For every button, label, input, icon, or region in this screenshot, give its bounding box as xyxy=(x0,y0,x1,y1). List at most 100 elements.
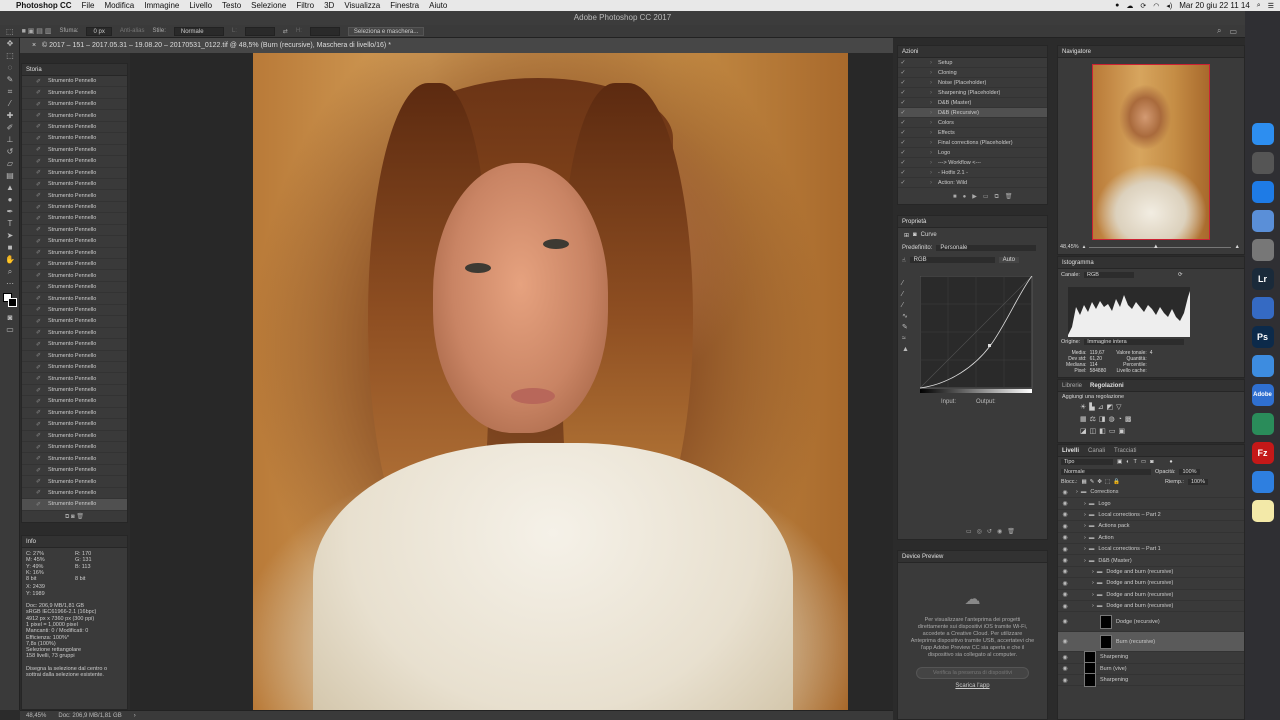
screen-mode-icon[interactable]: ▭ xyxy=(0,324,20,336)
lightroom-icon[interactable]: Lr xyxy=(1251,268,1274,290)
sourcetree-icon[interactable] xyxy=(1251,413,1274,435)
action-item[interactable]: ✓ › Colors xyxy=(898,118,1047,128)
device-preview-title[interactable]: Device Preview xyxy=(898,551,1047,563)
history-item[interactable]: ✐ Strumento Pennello xyxy=(22,351,127,362)
layer-row[interactable]: ◉ › ▬ Dodge and burn (recursive) xyxy=(1058,567,1244,579)
tab-adjustments[interactable]: Regolazioni xyxy=(1090,380,1124,391)
curves-icon[interactable]: ⊿ xyxy=(1098,404,1107,411)
select-and-mask-button[interactable]: Seleziona e maschera... xyxy=(347,26,425,36)
photoshop-icon[interactable]: Ps xyxy=(1251,326,1274,348)
sync-icon[interactable]: ⟳ xyxy=(1140,2,1146,10)
visibility-eye-icon[interactable]: ◉ xyxy=(1058,618,1072,625)
tab-layers[interactable]: Livelli xyxy=(1062,445,1079,456)
menu-file[interactable]: File xyxy=(82,1,95,10)
layer-row[interactable]: ◉ › ▬ Corrections xyxy=(1058,487,1244,499)
status-icon[interactable]: ● xyxy=(1115,2,1119,9)
expand-arrow-icon[interactable]: › xyxy=(1092,603,1094,609)
brush-tool-icon[interactable]: ✐ xyxy=(0,122,20,134)
teamviewer-icon[interactable] xyxy=(1251,471,1274,493)
expand-arrow-icon[interactable]: › xyxy=(1092,580,1094,586)
new-action-icon[interactable]: ⧉ xyxy=(995,194,1005,200)
drive-icon[interactable] xyxy=(1251,355,1274,377)
hand-tool-icon[interactable]: ✋ xyxy=(0,254,20,266)
menu-selezione[interactable]: Selezione xyxy=(251,1,286,10)
action-enabled-checkbox[interactable]: ✓ xyxy=(898,179,908,186)
action-enabled-checkbox[interactable]: ✓ xyxy=(898,99,908,106)
expand-arrow-icon[interactable]: › xyxy=(1092,592,1094,598)
launchpad-icon[interactable] xyxy=(1251,152,1274,174)
swap-icon[interactable]: ⇄ xyxy=(283,28,288,35)
zoom-out-icon[interactable]: ▴ xyxy=(1083,244,1086,250)
action-item[interactable]: ✓ › ---> Workflow <--- xyxy=(898,158,1047,168)
volume-icon[interactable]: ◂) xyxy=(1166,2,1172,10)
menu-livello[interactable]: Livello xyxy=(189,1,212,10)
mask-icon[interactable]: ◙ xyxy=(913,232,917,238)
healing-brush-icon[interactable]: ✚ xyxy=(0,110,20,122)
expand-arrow-icon[interactable]: › xyxy=(1084,546,1086,552)
menu-app-name[interactable]: Photoshop CC xyxy=(16,1,72,10)
antialias-checkbox[interactable]: Anti-alias xyxy=(120,28,145,34)
zoom-slider-handle[interactable]: ▲ xyxy=(1153,244,1159,250)
expand-arrow-icon[interactable]: › xyxy=(1084,512,1086,518)
visibility-eye-icon[interactable]: ◉ xyxy=(1058,511,1072,518)
eyedropper-black-icon[interactable]: ⁄ xyxy=(902,278,914,289)
filezilla-icon[interactable]: Fz xyxy=(1251,442,1274,464)
action-item[interactable]: ✓ › Sharpening (Placeholder) xyxy=(898,88,1047,98)
new-set-icon[interactable]: ▭ xyxy=(983,194,995,200)
layer-filter-select[interactable]: Tipo xyxy=(1061,459,1113,465)
reset-icon[interactable]: ↺ xyxy=(987,529,997,535)
visibility-eye-icon[interactable]: ◉ xyxy=(1058,654,1072,661)
levels-icon[interactable]: ▙ xyxy=(1089,404,1097,411)
zoom-tool-icon[interactable]: ⌕ xyxy=(0,266,20,278)
navigator-thumbnail[interactable] xyxy=(1092,64,1210,240)
history-item[interactable]: ✐ Strumento Pennello xyxy=(22,293,127,305)
history-item[interactable]: ✐ Strumento Pennello xyxy=(22,316,127,328)
action-enabled-checkbox[interactable]: ✓ xyxy=(898,169,908,176)
photo-filter-icon[interactable]: ◍ xyxy=(1109,416,1118,423)
visibility-eye-icon[interactable]: ◉ xyxy=(1058,546,1072,553)
exposure-icon[interactable]: ◩ xyxy=(1107,404,1117,411)
status-arrow-icon[interactable]: › xyxy=(134,713,136,719)
source-select[interactable]: Immagine intera xyxy=(1084,339,1185,345)
menu-list-icon[interactable]: ☰ xyxy=(1268,2,1274,10)
document-tab[interactable]: × © 2017 – 151 – 2017.05.31 – 19.08.20 –… xyxy=(20,38,893,53)
smooth-icon[interactable]: ≈ xyxy=(902,333,914,344)
trash-icon[interactable]: 🗑 xyxy=(76,514,84,520)
wifi-icon[interactable]: ◠ xyxy=(1153,2,1159,10)
expand-arrow-icon[interactable]: › xyxy=(1084,558,1086,564)
curve-edit-icon[interactable]: ∿ xyxy=(902,311,914,322)
menu-finestra[interactable]: Finestra xyxy=(390,1,419,10)
visibility-eye-icon[interactable]: ◉ xyxy=(1058,568,1072,575)
action-enabled-checkbox[interactable]: ✓ xyxy=(898,69,908,76)
snapshot-icon[interactable]: ◙ xyxy=(71,514,75,520)
action-enabled-checkbox[interactable]: ✓ xyxy=(898,119,908,126)
visibility-eye-icon[interactable]: ◉ xyxy=(1058,523,1072,530)
balance-icon[interactable]: ⚖ xyxy=(1090,416,1099,423)
layer-row[interactable]: ◉ › ▬ Local corrections – Part 2 xyxy=(1058,510,1244,522)
safari-icon[interactable] xyxy=(1251,181,1274,203)
action-enabled-checkbox[interactable]: ✓ xyxy=(898,79,908,86)
doc-size-status[interactable]: Doc: 206,9 MB/1,81 GB xyxy=(58,713,121,719)
height-input[interactable] xyxy=(309,26,340,36)
type-tool-icon[interactable]: T xyxy=(0,218,20,230)
expand-arrow-icon[interactable]: › xyxy=(908,70,938,76)
eyedropper-gray-icon[interactable]: ⁄ xyxy=(902,289,914,300)
menu-testo[interactable]: Testo xyxy=(222,1,241,10)
layer-row[interactable]: ◉ › ▬ Dodge and burn (recursive) xyxy=(1058,578,1244,590)
action-item[interactable]: ✓ › Effects xyxy=(898,128,1047,138)
history-item[interactable]: ✐ Strumento Pennello xyxy=(22,236,127,248)
crop-tool-icon[interactable]: ⌗ xyxy=(0,86,20,98)
history-item[interactable]: ✐ Strumento Pennello xyxy=(22,179,127,191)
notes-icon[interactable] xyxy=(1251,500,1274,522)
trash-icon[interactable]: 🗑 xyxy=(1005,194,1019,200)
layer-row[interactable]: ◉ › ▬ Logo xyxy=(1058,498,1244,510)
actions-panel-title[interactable]: Azioni xyxy=(898,46,1047,58)
visibility-eye-icon[interactable]: ◉ xyxy=(1058,500,1072,507)
fill-input[interactable]: 100% xyxy=(1187,479,1209,485)
lookup-icon[interactable]: ▩ xyxy=(1125,416,1135,423)
finder-icon[interactable] xyxy=(1251,123,1274,145)
document-image[interactable] xyxy=(253,53,848,710)
expand-arrow-icon[interactable]: › xyxy=(1076,489,1078,495)
history-item[interactable]: ✐ Strumento Pennello xyxy=(22,373,127,385)
quick-select-icon[interactable]: ✎ xyxy=(0,74,20,86)
